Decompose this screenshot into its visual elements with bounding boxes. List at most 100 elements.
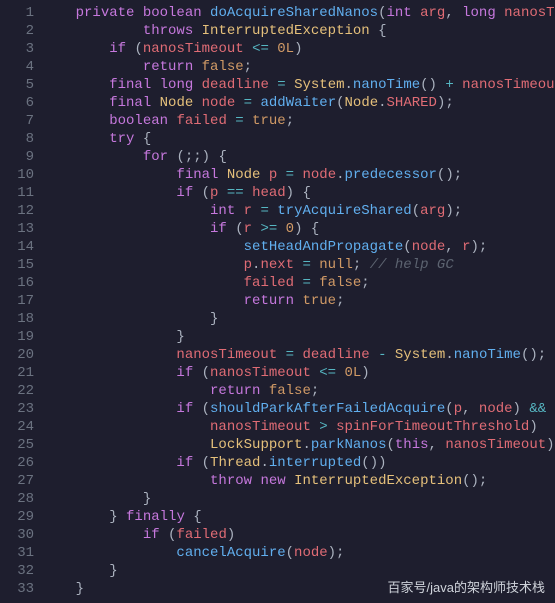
token-lit: 0L <box>277 41 294 57</box>
token-pn: ); <box>437 95 454 111</box>
token-op: = <box>269 77 294 93</box>
token-op: = <box>277 347 302 363</box>
line-number: 10 <box>0 166 34 184</box>
token-id: deadline <box>202 77 269 93</box>
code-line: failed = false; <box>42 274 555 292</box>
code-line: if (p == head) { <box>42 184 555 202</box>
token-kw: finally <box>126 509 193 525</box>
token-pn: } <box>143 491 151 507</box>
token-pn: ( <box>202 455 210 471</box>
token-fn: parkNanos <box>311 437 387 453</box>
code-line: p.next = null; // help GC <box>42 256 555 274</box>
line-number: 17 <box>0 292 34 310</box>
line-number: 18 <box>0 310 34 328</box>
token-kw: final <box>109 95 159 111</box>
code-editor: 1234567891011121314151617181920212223242… <box>0 0 555 598</box>
token-kw: final <box>109 77 159 93</box>
gutter: 1234567891011121314151617181920212223242… <box>0 4 42 598</box>
token-kw: int <box>210 203 244 219</box>
code-line: cancelAcquire(node); <box>42 544 555 562</box>
token-fn: tryAcquireShared <box>277 203 411 219</box>
token-type: Node <box>227 167 269 183</box>
line-number: 21 <box>0 364 34 382</box>
code-line: if (shouldParkAfterFailedAcquire(p, node… <box>42 400 555 418</box>
token-pn: { <box>193 509 201 525</box>
code-line: throw new InterruptedException(); <box>42 472 555 490</box>
token-kw: if <box>176 185 201 201</box>
token-type: Node <box>160 95 202 111</box>
code-line: try { <box>42 130 555 148</box>
token-pn: ); <box>445 203 462 219</box>
code-line: } <box>42 562 555 580</box>
code-line: if (Thread.interrupted()) <box>42 454 555 472</box>
line-number: 15 <box>0 256 34 274</box>
token-pn: , <box>445 239 462 255</box>
token-fn: cancelAcquire <box>176 545 285 561</box>
token-fn: nanoTime <box>353 77 420 93</box>
token-pn: ( <box>202 365 210 381</box>
code-line: final Node p = node.predecessor(); <box>42 166 555 184</box>
token-id: p <box>269 167 277 183</box>
token-type: Node <box>345 95 379 111</box>
token-id: nanosTimeout <box>210 365 311 381</box>
token-type: InterruptedException <box>202 23 370 39</box>
token-pn: } <box>210 311 218 327</box>
token-op: + <box>445 77 453 93</box>
token-prop: next <box>260 257 294 273</box>
line-number: 27 <box>0 472 34 490</box>
token-kw: private <box>76 5 143 21</box>
token-pn: (); <box>521 347 546 363</box>
token-fn: shouldParkAfterFailedAcquire <box>210 401 445 417</box>
token-pn: ) <box>361 365 369 381</box>
token-pn: . <box>345 77 353 93</box>
token-id: arg <box>420 5 445 21</box>
token-id: p <box>454 401 462 417</box>
code-line: nanosTimeout = deadline - System.nanoTim… <box>42 346 555 364</box>
token-id: failed <box>244 275 294 291</box>
line-number: 31 <box>0 544 34 562</box>
token-pn: { <box>370 23 387 39</box>
line-number: 7 <box>0 112 34 130</box>
token-id: r <box>462 239 470 255</box>
token-num: 0 <box>286 221 294 237</box>
token-kw: long <box>462 5 504 21</box>
token-fn: predecessor <box>345 167 437 183</box>
token-pn: ); <box>546 437 555 453</box>
line-number: 13 <box>0 220 34 238</box>
token-op: <= <box>311 365 345 381</box>
token-id: nanosTimeout <box>445 437 546 453</box>
token-id: node <box>302 167 336 183</box>
token-id: nanosTimeout <box>504 5 555 21</box>
token-fn: addWaiter <box>260 95 336 111</box>
line-number: 28 <box>0 490 34 508</box>
token-lit: null <box>319 257 353 273</box>
token-op: == <box>218 185 252 201</box>
line-number: 32 <box>0 562 34 580</box>
token-pn: ) { <box>286 185 311 201</box>
token-kw: if <box>109 41 134 57</box>
token-id: nanosTimeout <box>176 347 277 363</box>
token-pn: . <box>302 437 310 453</box>
code-line: LockSupport.parkNanos(this, nanosTimeout… <box>42 436 555 454</box>
code-line: private boolean doAcquireSharedNanos(int… <box>42 4 555 22</box>
token-this: this <box>395 437 429 453</box>
token-pn: (); <box>462 473 487 489</box>
line-number: 33 <box>0 580 34 598</box>
token-type: LockSupport <box>210 437 302 453</box>
token-lit: false <box>319 275 361 291</box>
code-line: if (failed) <box>42 526 555 544</box>
token-id: head <box>252 185 286 201</box>
token-pn: ); <box>328 545 345 561</box>
token-pn: ; <box>286 113 294 129</box>
token-id: node <box>479 401 513 417</box>
line-number: 4 <box>0 58 34 76</box>
token-id: node <box>202 95 236 111</box>
token-pn: ( <box>386 437 394 453</box>
line-number: 6 <box>0 94 34 112</box>
token-fn: nanoTime <box>454 347 521 363</box>
line-number: 9 <box>0 148 34 166</box>
token-id: failed <box>176 527 226 543</box>
token-pn: . <box>378 95 386 111</box>
token-pn: } <box>109 563 117 579</box>
token-op: - <box>370 347 395 363</box>
